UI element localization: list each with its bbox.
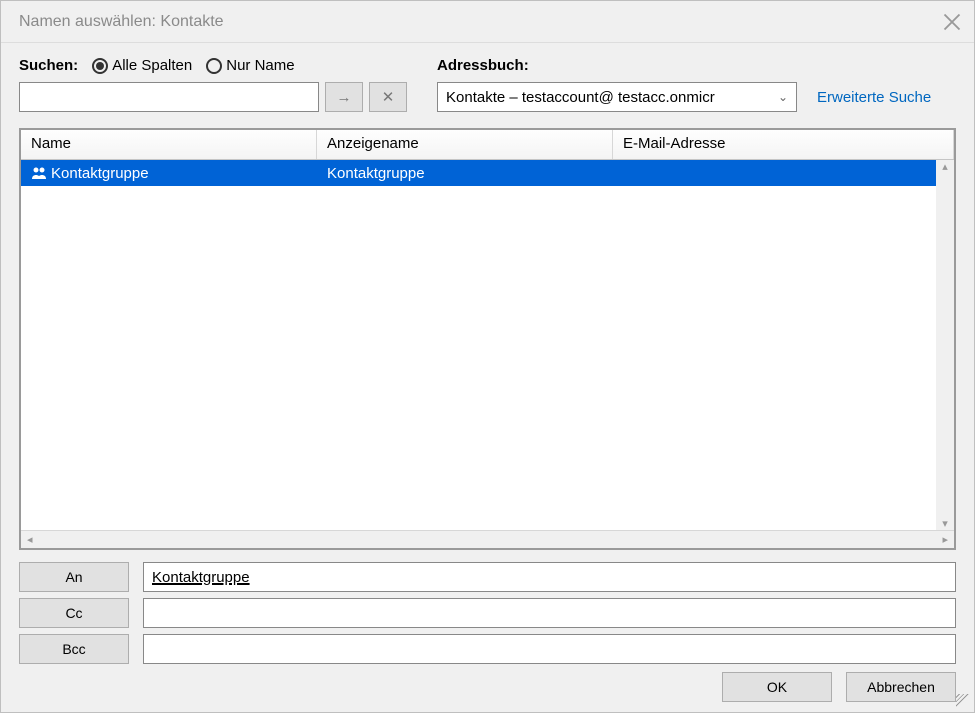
col-display[interactable]: Anzeigename	[317, 130, 613, 159]
scroll-down-icon: ▾	[942, 517, 948, 530]
cc-input[interactable]	[143, 598, 956, 628]
close-icon: ✕	[382, 88, 395, 106]
vertical-scrollbar[interactable]: ▴ ▾	[936, 160, 954, 530]
bcc-input[interactable]	[143, 634, 956, 664]
radio-all-columns[interactable]: Alle Spalten	[92, 57, 192, 74]
addressbook-selected: Kontakte – testaccount@ testacc.onmicr	[446, 89, 715, 106]
clear-button[interactable]: ✕	[369, 82, 407, 112]
resize-grip-icon[interactable]	[956, 694, 970, 708]
scroll-left-icon: ◂	[27, 533, 33, 546]
addressbook-row: Kontakte – testaccount@ testacc.onmicr ⌄…	[437, 82, 931, 112]
top-controls: Suchen: Alle Spalten Nur Name →	[19, 57, 956, 112]
select-names-dialog: Namen auswählen: Kontakte Suchen: Alle S…	[0, 0, 975, 713]
bcc-row: Bcc	[19, 634, 956, 664]
radio-all-label: Alle Spalten	[112, 57, 192, 74]
cell-name: Kontaktgruppe	[21, 165, 317, 182]
scroll-right-icon: ▸	[942, 533, 948, 546]
titlebar: Namen auswählen: Kontakte	[1, 1, 974, 43]
radio-dot-icon	[206, 58, 222, 74]
chevron-down-icon: ⌄	[778, 90, 788, 104]
go-button[interactable]: →	[325, 82, 363, 112]
to-row: An	[19, 562, 956, 592]
cell-display: Kontaktgruppe	[317, 165, 613, 182]
col-email[interactable]: E-Mail-Adresse	[613, 130, 954, 159]
cc-button[interactable]: Cc	[19, 598, 129, 628]
horizontal-scrollbar[interactable]: ◂ ▸	[21, 530, 954, 548]
list-body: Kontaktgruppe Kontaktgruppe ▴ ▾	[21, 160, 954, 530]
scroll-up-icon: ▴	[942, 160, 948, 173]
addressbook-block: Adressbuch: Kontakte – testaccount@ test…	[437, 57, 931, 112]
search-input[interactable]	[19, 82, 319, 112]
addressbook-label: Adressbuch:	[437, 57, 931, 74]
to-button[interactable]: An	[19, 562, 129, 592]
col-name[interactable]: Name	[21, 130, 317, 159]
close-icon[interactable]	[942, 12, 962, 32]
search-block: Suchen: Alle Spalten Nur Name →	[19, 57, 407, 112]
radio-dot-icon	[92, 58, 108, 74]
dialog-title: Namen auswählen: Kontakte	[19, 13, 224, 31]
table-row[interactable]: Kontaktgruppe Kontaktgruppe	[21, 160, 954, 186]
cancel-button[interactable]: Abbrechen	[846, 672, 956, 702]
column-headers: Name Anzeigename E-Mail-Adresse	[21, 130, 954, 160]
recipient-fields: An Cc Bcc	[19, 562, 956, 664]
advanced-search-link[interactable]: Erweiterte Suche	[817, 89, 931, 106]
to-input[interactable]	[143, 562, 956, 592]
bcc-button[interactable]: Bcc	[19, 634, 129, 664]
radio-name-label: Nur Name	[226, 57, 294, 74]
addressbook-dropdown[interactable]: Kontakte – testaccount@ testacc.onmicr ⌄	[437, 82, 797, 112]
search-label: Suchen:	[19, 57, 78, 74]
cc-row: Cc	[19, 598, 956, 628]
contacts-list: Name Anzeigename E-Mail-Adresse Kontaktg…	[19, 128, 956, 550]
contact-group-icon	[31, 165, 47, 181]
radio-name-only[interactable]: Nur Name	[206, 57, 294, 74]
dialog-content: Suchen: Alle Spalten Nur Name →	[1, 43, 974, 712]
dialog-footer: OK Abbrechen	[19, 664, 956, 702]
arrow-right-icon: →	[337, 89, 352, 106]
search-input-row: → ✕	[19, 82, 407, 112]
ok-button[interactable]: OK	[722, 672, 832, 702]
cell-name-text: Kontaktgruppe	[51, 165, 149, 182]
search-header: Suchen: Alle Spalten Nur Name	[19, 57, 407, 74]
